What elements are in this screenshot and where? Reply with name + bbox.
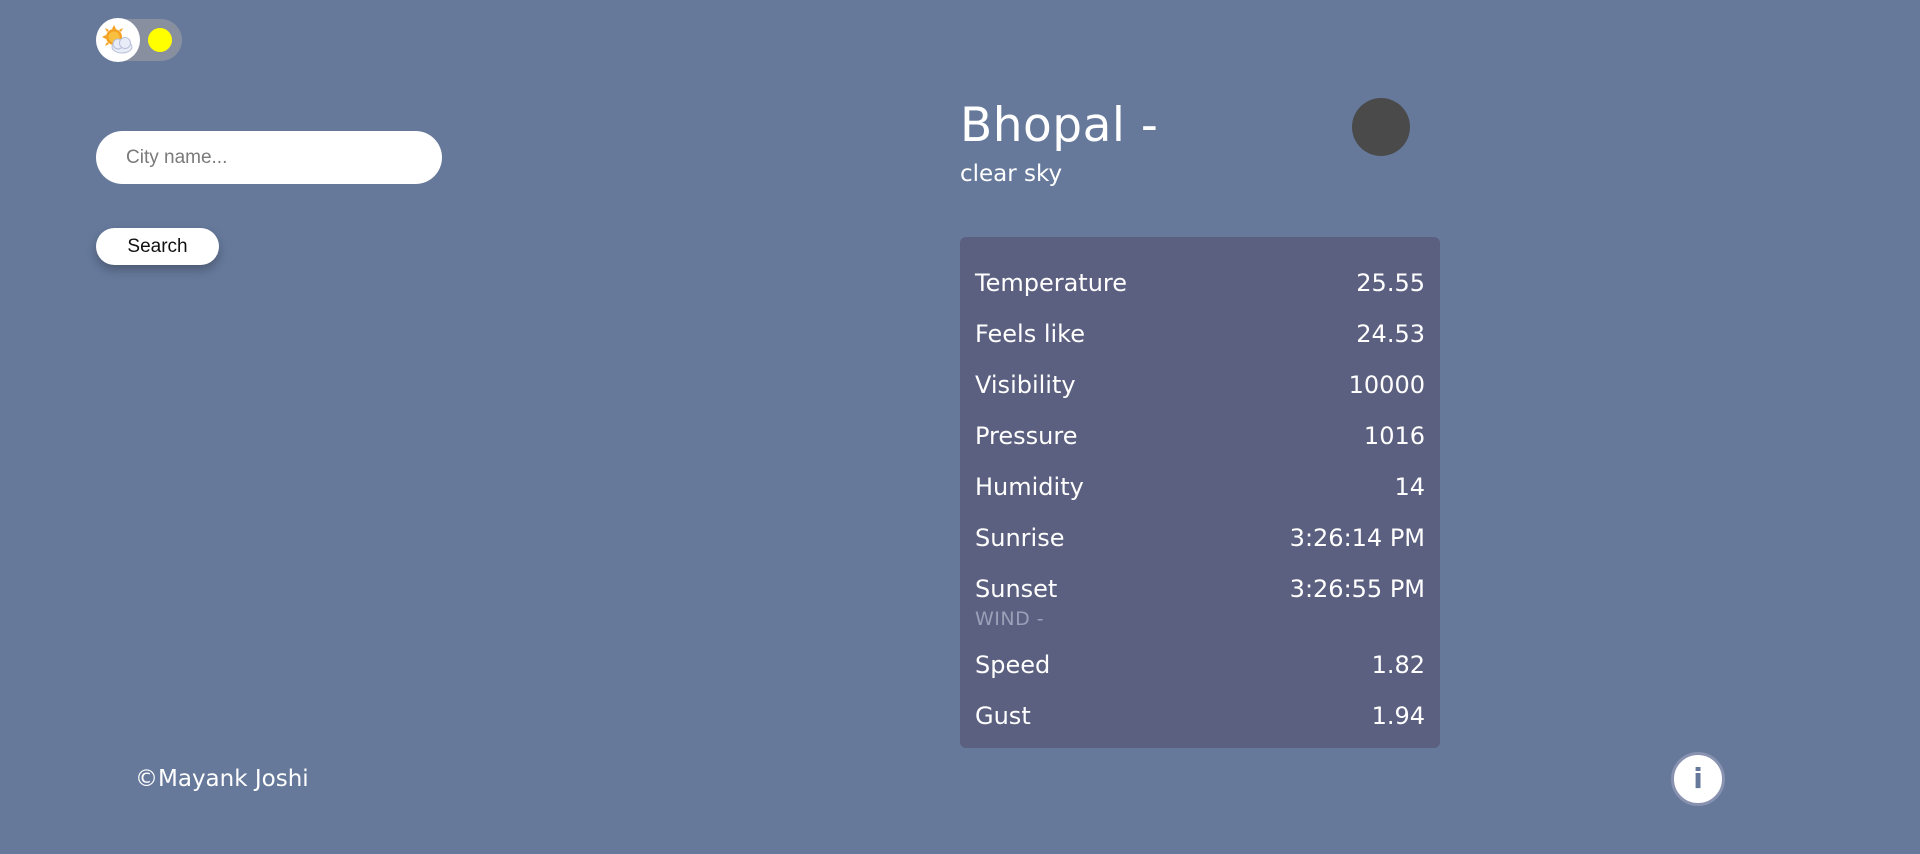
info-button[interactable]: i	[1671, 752, 1725, 806]
copyright-text: ©Mayank Joshi	[135, 766, 309, 792]
stat-value: 25.55	[1356, 268, 1425, 297]
stat-value: 1016	[1363, 421, 1425, 450]
stat-row-wind-gust: Gust 1.94	[975, 690, 1425, 741]
wind-heading: WIND -	[975, 608, 1045, 630]
weather-stats-card: Temperature 25.55 Feels like 24.53 Visib…	[960, 237, 1440, 748]
stat-label: Speed	[975, 650, 1051, 679]
stat-row-feels-like: Feels like 24.53	[975, 308, 1425, 359]
theme-toggle[interactable]	[96, 18, 182, 62]
city-title: Bhopal -	[960, 98, 1159, 153]
stat-label: Humidity	[975, 472, 1084, 501]
stat-value: 3:26:14 PM	[1289, 523, 1425, 552]
stat-value: 14	[1394, 472, 1425, 501]
stat-value: 10000	[1348, 370, 1425, 399]
stat-label: Sunset	[975, 574, 1058, 603]
sun-icon	[148, 28, 172, 52]
search-button[interactable]: Search	[96, 228, 219, 265]
stat-label: Sunrise	[975, 523, 1065, 552]
weather-app: Search Bhopal - clear sky Temperature 25…	[0, 0, 1920, 854]
stat-row-visibility: Visibility 10000	[975, 359, 1425, 410]
stat-value: 24.53	[1356, 319, 1425, 348]
stat-label: Feels like	[975, 319, 1085, 348]
stat-label: Pressure	[975, 421, 1078, 450]
stat-row-humidity: Humidity 14	[975, 461, 1425, 512]
info-icon: i	[1693, 762, 1703, 795]
stat-label: Temperature	[975, 268, 1128, 297]
stat-value: 1.94	[1371, 701, 1425, 730]
stat-label: Gust	[975, 701, 1031, 730]
stat-label: Visibility	[975, 370, 1076, 399]
sun-behind-cloud-icon	[102, 25, 133, 54]
stat-value: 3:26:55 PM	[1289, 574, 1425, 603]
stat-row-temperature: Temperature 25.55	[975, 257, 1425, 308]
stat-row-pressure: Pressure 1016	[975, 410, 1425, 461]
toggle-knob[interactable]	[96, 18, 140, 62]
weather-icon	[1352, 98, 1410, 156]
weather-description: clear sky	[960, 161, 1063, 187]
stat-row-wind-speed: Speed 1.82	[975, 639, 1425, 690]
stat-value: 1.82	[1371, 650, 1425, 679]
city-search-input[interactable]	[96, 131, 442, 184]
stat-row-sunrise: Sunrise 3:26:14 PM	[975, 512, 1425, 563]
